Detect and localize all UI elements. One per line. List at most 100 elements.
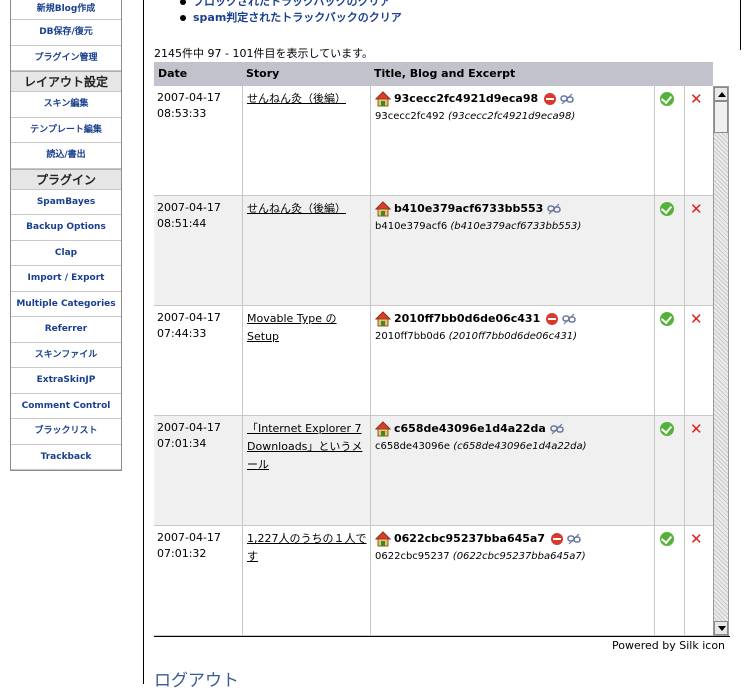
trackback-title: 2010ff7bb0d6de06c431 — [394, 312, 541, 325]
sidebar-item[interactable]: DB保存/復元 — [11, 20, 121, 46]
approve-icon[interactable] — [660, 92, 674, 106]
row-title: 93cecc2fc4921d9eca98 93cecc2fc492 (93cecc… — [375, 89, 655, 125]
excerpt: (2010ff7bb0d6de06c431) — [448, 331, 578, 342]
sidebar-item-plugin[interactable]: ExtraSkinJP — [11, 368, 121, 394]
sidebar-item-plugin[interactable]: Trackback — [11, 445, 121, 470]
row-story-link[interactable]: 1,227人のうちの１人です — [247, 530, 367, 566]
table-body: 2007-04-17 08:53:33 せんねん灸（後編） 93cecc2fc4921… — [154, 86, 713, 636]
column-divider — [370, 86, 371, 195]
column-divider — [684, 416, 685, 525]
delete-icon[interactable] — [544, 93, 557, 105]
sidebar-item-plugin[interactable]: Comment Control — [11, 394, 121, 419]
close-icon[interactable]: ✕ — [690, 532, 704, 547]
excerpt: (c658de43096e1d4a22da) — [453, 441, 587, 452]
row-date: 2007-04-17 07:01:34 — [157, 421, 221, 450]
close-icon[interactable]: ✕ — [690, 202, 704, 217]
table-row: 2007-04-17 07:01:32 1,227人のうちの１人です 0622cbc9… — [154, 526, 713, 636]
home-icon[interactable] — [375, 199, 394, 219]
main-border — [740, 0, 741, 50]
link-icon[interactable] — [558, 309, 577, 329]
column-divider — [684, 196, 685, 305]
column-divider — [684, 526, 685, 635]
column-divider — [684, 86, 685, 195]
trackback-table: Date Story Title, Blog and Excerpt 2007-… — [154, 62, 713, 636]
table-row: 2007-04-17 08:51:44 せんねん灸（後編） b410e379acf67… — [154, 196, 713, 306]
sidebar-item[interactable]: プラグイン管理 — [11, 46, 121, 71]
sidebar-item-plugin[interactable]: Backup Options — [11, 215, 121, 241]
column-divider — [370, 306, 371, 415]
sidebar-item[interactable]: テンプレート編集 — [11, 118, 121, 143]
silk-icon-link[interactable]: Silk icon — [679, 639, 725, 652]
row-title: c658de43096e1d4a22da c658de43096e (c658de… — [375, 419, 655, 455]
sidebar-item[interactable]: 読込/書出 — [11, 143, 121, 169]
sidebar-item-plugin[interactable]: ブラックリスト — [11, 419, 121, 445]
header-story: Story — [246, 67, 280, 80]
trackback-title: c658de43096e1d4a22da — [394, 422, 546, 435]
link-icon[interactable] — [546, 419, 564, 439]
close-icon[interactable]: ✕ — [690, 312, 704, 327]
clear-blocked-link[interactable]: ブロックされたトラックバックのクリア — [180, 0, 402, 10]
approve-icon[interactable] — [660, 422, 674, 436]
blog-name: 2010ff7bb0d6 — [375, 331, 446, 342]
result-count: 2145件中 97 - 101件目を表示しています。 — [154, 47, 374, 60]
trackback-title: 0622cbc95237bba645a7 — [394, 532, 546, 545]
approve-icon[interactable] — [660, 532, 674, 546]
sidebar-item-plugin[interactable]: Referrer — [11, 317, 121, 343]
home-icon[interactable] — [375, 309, 394, 329]
scroll-down-button[interactable] — [714, 621, 728, 635]
trackback-title: 93cecc2fc4921d9eca98 — [394, 92, 539, 105]
close-icon[interactable]: ✕ — [690, 92, 704, 107]
column-divider — [370, 526, 371, 635]
approve-icon[interactable] — [660, 312, 674, 326]
logout-link[interactable]: ログアウト — [154, 666, 239, 691]
main-border — [143, 0, 144, 684]
scroll-up-button[interactable] — [714, 87, 728, 101]
link-icon[interactable] — [543, 199, 562, 219]
approve-icon[interactable] — [660, 202, 674, 216]
header-date: Date — [158, 67, 188, 80]
trackback-title: b410e379acf6733bb553 — [394, 202, 544, 215]
row-date: 2007-04-17 08:53:33 — [157, 91, 221, 120]
table-row: 2007-04-17 08:53:33 せんねん灸（後編） 93cecc2fc4921… — [154, 86, 713, 196]
sidebar-item-plugin[interactable]: Multiple Categories — [11, 292, 121, 317]
sidebar-item-plugin[interactable]: SpamBayes — [11, 190, 121, 215]
sidebar-item-plugin[interactable]: Clap — [11, 241, 121, 266]
close-icon[interactable]: ✕ — [690, 422, 704, 437]
home-icon[interactable] — [375, 89, 394, 109]
link-icon[interactable] — [556, 89, 574, 109]
sidebar: 新規Blog作成 DB保存/復元 プラグイン管理 レイアウト設定 スキン編集 テンプレート… — [10, 0, 122, 471]
link-icon[interactable] — [563, 529, 581, 549]
row-title: 2010ff7bb0d6de06c431 2010ff7bb0d6 (2010ff… — [375, 309, 655, 345]
sidebar-item-plugin[interactable]: スキンファイル — [11, 343, 121, 368]
column-divider — [370, 196, 371, 305]
powered-by: Powered by Silk icon — [612, 639, 726, 652]
table-scrollbar[interactable] — [713, 86, 729, 636]
sidebar-item-plugin[interactable]: Import / Export — [11, 266, 121, 292]
sidebar-header-layout: レイアウト設定 — [11, 71, 121, 92]
home-icon[interactable] — [375, 529, 394, 549]
table-header: Date Story Title, Blog and Excerpt — [154, 62, 713, 86]
blog-name: 93cecc2fc492 — [375, 111, 445, 122]
sidebar-item[interactable]: スキン編集 — [11, 92, 121, 118]
delete-icon[interactable] — [546, 313, 559, 325]
scroll-thumb[interactable] — [714, 101, 728, 133]
header-title: Title, Blog and Excerpt — [374, 67, 516, 80]
excerpt: (0622cbc95237bba645a7) — [452, 551, 586, 562]
row-title: 0622cbc95237bba645a7 0622cbc95237 (0622cb… — [375, 529, 655, 565]
row-story-link[interactable]: Movable Type の Setup — [247, 310, 367, 346]
row-story-link[interactable]: 「Internet Explorer 7 Downloads」というメール — [247, 420, 367, 474]
excerpt: (93cecc2fc4921d9eca98) — [448, 111, 576, 122]
blog-name: 0622cbc95237 — [375, 551, 450, 562]
home-icon[interactable] — [375, 419, 394, 439]
row-date: 2007-04-17 07:44:33 — [157, 311, 221, 340]
row-story-link[interactable]: せんねん灸（後編） — [247, 90, 367, 108]
delete-icon[interactable] — [551, 533, 564, 545]
row-story-link[interactable]: せんねん灸（後編） — [247, 200, 367, 218]
table-row: 2007-04-17 07:44:33 Movable Type の Setup 20… — [154, 306, 713, 416]
table-row: 2007-04-17 07:01:34 「Internet Explorer 7 D… — [154, 416, 713, 526]
clear-spam-link[interactable]: spam判定されたトラックバックのクリア — [180, 10, 402, 26]
row-date: 2007-04-17 08:51:44 — [157, 201, 221, 230]
sidebar-item[interactable]: 新規Blog作成 — [11, 0, 121, 20]
blog-name: c658de43096e — [375, 441, 451, 452]
table-bottom-rule — [154, 636, 730, 637]
